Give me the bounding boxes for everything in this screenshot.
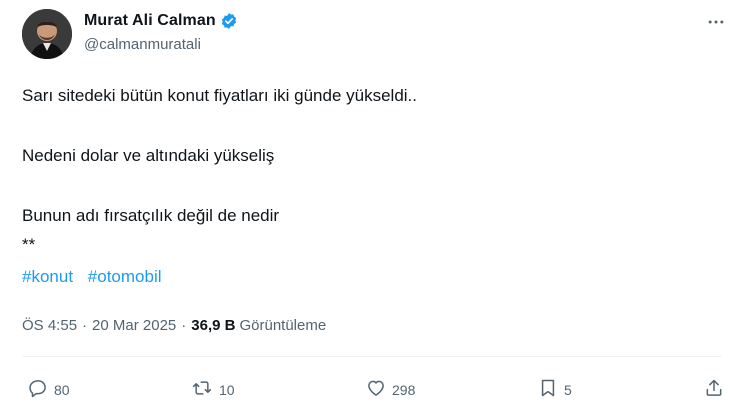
reply-button[interactable]: 80 [28, 378, 70, 401]
more-options-icon[interactable] [706, 12, 726, 37]
tweet-text-line: Bunun adı fırsatçılık değil de nedir [22, 206, 280, 225]
views-count: 36,9 B [191, 317, 236, 334]
tweet-text-line: ** [22, 235, 36, 254]
meta-separator: · [181, 317, 187, 334]
reply-count: 80 [54, 381, 70, 398]
retweet-icon [191, 378, 213, 401]
avatar[interactable] [22, 9, 72, 59]
hashtag-konut-link[interactable]: #konut [22, 267, 73, 286]
like-button[interactable]: 298 [366, 378, 415, 401]
meta-separator: · [82, 317, 88, 334]
actions-divider [22, 356, 722, 357]
retweet-count: 10 [219, 381, 235, 398]
hashtag-list: #konut #otomobil [22, 267, 172, 287]
share-button[interactable] [704, 378, 724, 401]
author-handle[interactable]: @calmanmuratali [84, 36, 201, 53]
tweet-meta: ÖS 4:55 · 20 Mar 2025 · 36,9 B Görüntüle… [22, 317, 326, 334]
retweet-button[interactable]: 10 [191, 378, 235, 401]
like-count: 298 [392, 381, 416, 398]
bookmark-button[interactable]: 5 [538, 378, 572, 401]
verified-badge-icon [220, 12, 238, 30]
share-icon [704, 378, 724, 401]
tweet-text-line: Nedeni dolar ve altındaki yükseliş [22, 146, 275, 165]
bookmark-count: 5 [564, 381, 572, 398]
views-label: Görüntüleme [239, 317, 327, 334]
reply-icon [28, 378, 48, 401]
tweet-text-line: Sarı sitedeki bütün konut fiyatları iki … [22, 86, 417, 105]
tweet-time-link[interactable]: ÖS 4:55 [22, 317, 77, 334]
author-name-row: Murat Ali Calman [84, 12, 238, 30]
author-display-name[interactable]: Murat Ali Calman [84, 12, 216, 30]
tweet-date-link[interactable]: 20 Mar 2025 [92, 317, 176, 334]
bookmark-icon [538, 378, 558, 401]
hashtag-otomobil-link[interactable]: #otomobil [88, 267, 162, 286]
heart-icon [366, 378, 386, 401]
